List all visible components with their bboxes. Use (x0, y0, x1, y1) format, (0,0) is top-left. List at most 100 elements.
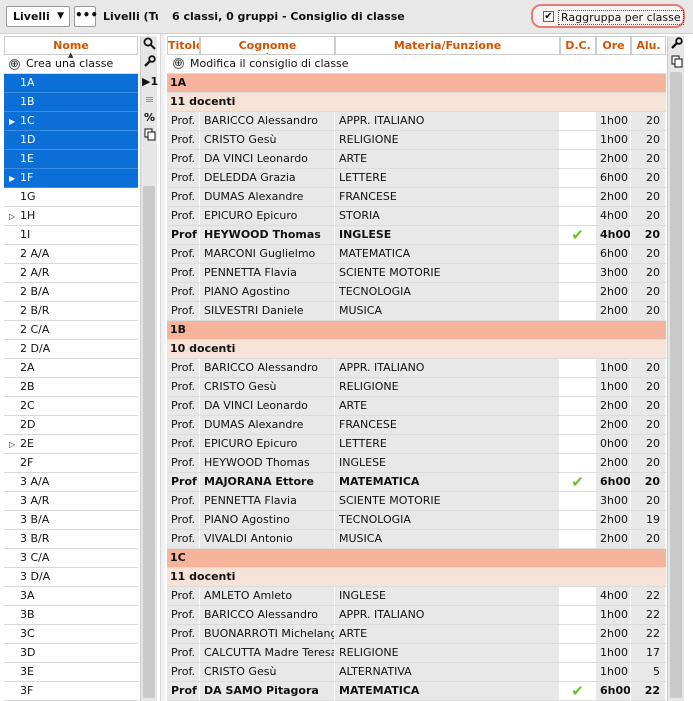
pane-splitter[interactable] (160, 34, 165, 701)
teacher-row[interactable]: Prof. CRISTO Gesù RELIGIONE 1h00 20 (167, 131, 666, 150)
teacher-row[interactable]: Prof. AMLETO Amleto INGLESE 4h00 22 (167, 587, 666, 606)
cell-dc-check-icon[interactable] (560, 283, 596, 301)
class-name-column-header[interactable]: Nome ▲ (4, 36, 138, 59)
cell-dc-check-icon[interactable] (560, 264, 596, 282)
grid-scrollbar[interactable] (670, 72, 682, 698)
class-list-item[interactable]: 1G (4, 188, 138, 207)
class-list-item[interactable]: 2A (4, 359, 138, 378)
column-header-ore[interactable]: Ore (596, 36, 631, 55)
column-header-cognome[interactable]: Cognome ▲ (200, 36, 335, 55)
expand-triangle-icon[interactable]: ▶ (9, 113, 20, 130)
cell-dc-check-icon[interactable] (560, 416, 596, 434)
cell-dc-check-icon[interactable] (560, 625, 596, 643)
levels-dropdown[interactable]: Livelli ▼ (6, 6, 70, 27)
cell-dc-check-icon[interactable] (560, 112, 596, 130)
cell-dc-check-icon[interactable] (560, 435, 596, 453)
class-list-item[interactable]: 2C (4, 397, 138, 416)
teacher-row[interactable]: Prof. CRISTO Gesù ALTERNATIVA 1h00 5 (167, 663, 666, 682)
teacher-row[interactable]: Prof. CRISTO Gesù RELIGIONE 1h00 20 (167, 378, 666, 397)
cell-dc-check-icon[interactable] (560, 378, 596, 396)
teacher-row[interactable]: Prof. PENNETTA Flavia SCIENTE MOTORIE 3h00 2… (167, 492, 666, 511)
teacher-row[interactable]: Prof. SILVESTRI Daniele MUSICA 2h00 20 (167, 302, 666, 321)
cell-dc-check-icon[interactable] (560, 169, 596, 187)
cell-dc-check-icon[interactable] (560, 606, 596, 624)
class-list-item[interactable]: 1D (4, 131, 138, 150)
teacher-row[interactable]: Prof. CALCUTTA Madre Teresa RELIGIONE 1h00 1… (167, 644, 666, 663)
class-list-item[interactable]: 3E (4, 663, 138, 682)
class-list-item[interactable]: 2 C/A (4, 321, 138, 340)
class-list-item[interactable]: 3B (4, 606, 138, 625)
teacher-row[interactable]: Prof. BARICCO Alessandro APPR. ITALIANO 1h0… (167, 112, 666, 131)
cell-dc-check-icon[interactable] (560, 131, 596, 149)
cell-dc-check-icon[interactable] (560, 150, 596, 168)
teacher-row[interactable]: Prof. PIANO Agostino TECNOLOGIA 2h00 20 (167, 283, 666, 302)
class-group-header[interactable]: 1B (167, 321, 666, 340)
class-list-item[interactable]: 3 B/A (4, 511, 138, 530)
class-list-item[interactable]: 1A (4, 74, 138, 93)
teacher-row[interactable]: Prof. MARCONI Guglielmo MATEMATICA 6h00 20 (167, 245, 666, 264)
group-by-class-checkbox[interactable]: ✔ (543, 11, 554, 22)
column-header-titolo[interactable]: Titolo (167, 36, 200, 55)
class-list-item[interactable]: ▷ 2E (4, 435, 138, 454)
copy-icon[interactable] (669, 55, 684, 70)
class-list-item[interactable]: 3 B/R (4, 530, 138, 549)
teacher-row[interactable]: Prof. DA VINCI Leonardo ARTE 2h00 20 (167, 150, 666, 169)
class-list-item[interactable]: 3 D/A (4, 568, 138, 587)
class-list-item[interactable]: 2 B/A (4, 283, 138, 302)
class-group-header[interactable]: 1A (167, 74, 666, 93)
more-options-button[interactable]: ••• (74, 6, 98, 27)
class-list-item[interactable]: 3 A/A (4, 473, 138, 492)
expand-triangle-icon[interactable]: ▷ (9, 436, 20, 453)
teacher-row[interactable]: Prof MAJORANA Ettore MATEMATICA ✔ 6h00 20 (167, 473, 666, 492)
class-list-item[interactable]: 3C (4, 625, 138, 644)
group-by-class-label[interactable]: Raggruppa per classe (558, 10, 684, 25)
class-list-item[interactable]: 1I (4, 226, 138, 245)
teacher-row[interactable]: Prof. DELEDDA Grazia LETTERE 6h00 20 (167, 169, 666, 188)
column-header-alu[interactable]: Alu. (631, 36, 666, 55)
class-list-item[interactable]: 2B (4, 378, 138, 397)
teacher-row[interactable]: Prof. BARICCO Alessandro APPR. ITALIANO 1h0… (167, 359, 666, 378)
search-icon[interactable] (142, 37, 157, 52)
teacher-row[interactable]: Prof. VIVALDI Antonio MUSICA 2h00 20 (167, 530, 666, 549)
expand-triangle-icon[interactable]: ▷ (9, 208, 20, 225)
create-class-button[interactable]: ⊕ Crea una classe (4, 55, 138, 74)
cell-dc-check-icon[interactable] (560, 587, 596, 605)
teacher-row[interactable]: Prof. HEYWOOD Thomas INGLESE 2h00 20 (167, 454, 666, 473)
first-page-icon[interactable]: ▶1 (142, 74, 158, 89)
class-list-item[interactable]: 2F (4, 454, 138, 473)
class-list-item[interactable]: 1B (4, 93, 138, 112)
cell-dc-check-icon[interactable] (560, 492, 596, 510)
cell-dc-check-icon[interactable] (560, 302, 596, 320)
class-list-item[interactable]: 2 A/R (4, 264, 138, 283)
percent-icon[interactable]: % (142, 110, 157, 125)
teacher-row[interactable]: Prof. DUMAS Alexandre FRANCESE 2h00 20 (167, 416, 666, 435)
teacher-row[interactable]: Prof. DA VINCI Leonardo ARTE 2h00 20 (167, 397, 666, 416)
class-list-item[interactable]: 2 D/A (4, 340, 138, 359)
cell-dc-check-icon[interactable] (560, 663, 596, 681)
group-by-class-toggle[interactable]: ✔ Raggruppa per classe (531, 4, 685, 28)
cell-dc-check-icon[interactable]: ✔ (560, 226, 596, 244)
class-list-item[interactable]: 2 A/A (4, 245, 138, 264)
cell-dc-check-icon[interactable] (560, 644, 596, 662)
teacher-row[interactable]: Prof. EPICURO Epicuro LETTERE 0h00 20 (167, 435, 666, 454)
teacher-row[interactable]: Prof. PENNETTA Flavia SCIENTE MOTORIE 3h00 2… (167, 264, 666, 283)
wrench-icon[interactable] (142, 55, 157, 70)
cell-dc-check-icon[interactable]: ✔ (560, 682, 596, 700)
class-list-item[interactable]: 2D (4, 416, 138, 435)
cell-dc-check-icon[interactable]: ✔ (560, 473, 596, 491)
class-list-item[interactable]: ▶ 1C (4, 112, 138, 131)
teacher-row[interactable]: Prof DA SAMO Pitagora MATEMATICA ✔ 6h00 22 (167, 682, 666, 701)
class-list-item[interactable]: 1E (4, 150, 138, 169)
class-group-header[interactable]: 1C (167, 549, 666, 568)
class-list-item[interactable]: 3F (4, 682, 138, 701)
class-list-item[interactable]: 2 B/R (4, 302, 138, 321)
cell-dc-check-icon[interactable] (560, 454, 596, 472)
wrench-icon[interactable] (669, 37, 684, 52)
teacher-row[interactable]: Prof. BUONARROTI Michelangel ARTE 2h00 22 (167, 625, 666, 644)
teacher-row[interactable]: Prof. PIANO Agostino TECNOLOGIA 2h00 19 (167, 511, 666, 530)
cell-dc-check-icon[interactable] (560, 511, 596, 529)
class-list-item[interactable]: 3 C/A (4, 549, 138, 568)
class-list-item[interactable]: 3 A/R (4, 492, 138, 511)
class-list-item[interactable]: 3A (4, 587, 138, 606)
modify-council-button[interactable]: ⊕ Modifica il consiglio di classe (167, 55, 666, 74)
